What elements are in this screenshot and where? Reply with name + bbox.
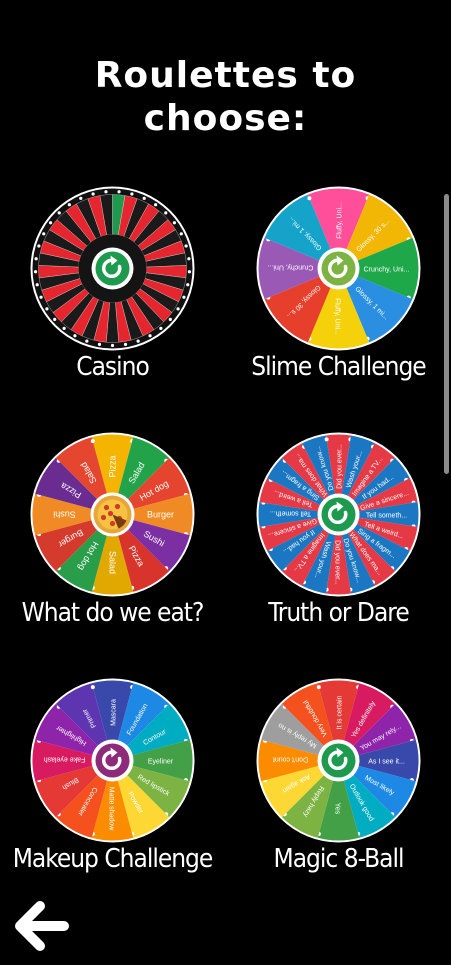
slice-label: It is certain [337,695,344,729]
wheel-peg [37,244,41,248]
wheel-peg [117,190,121,194]
slice-label: Did you ever... [334,540,341,585]
truth-dare-wheel: Did you ever... Wash your...Imagine a TV.… [256,432,421,597]
wheel-peg [154,203,158,207]
wheel-peg [324,437,329,442]
wheel-peg [67,203,71,207]
food-wheel: Pizza SaladHot dogBurgerSushiPizzaSaladHo… [30,432,195,597]
roulette-card-casino[interactable]: Casino [0,176,225,416]
wheel-peg [130,192,134,196]
wheel-peg [62,326,66,331]
wheel-peg [90,439,95,444]
wheel-peg [53,317,57,321]
spin-hub [321,497,356,532]
wheel-peg [123,342,128,346]
wheel-peg [45,307,49,311]
wheel-peg [182,295,186,299]
wheel-peg [90,685,95,690]
slice-label: Mascara [111,699,118,726]
slice-label: Did you ever... [337,444,344,489]
wheel-peg [110,343,115,348]
wheel-peg [57,211,61,215]
back-button[interactable] [14,898,70,954]
wheel-peg [148,334,152,338]
roulette-label: Magic 8-Ball [273,844,405,874]
spin-hub [321,743,356,778]
arrow-left-icon [15,901,69,951]
wheel-peg [73,334,77,338]
wheel-peg [184,244,188,248]
spin-hub [95,251,130,286]
wheel-peg [35,283,39,287]
wheel-peg [316,685,321,690]
wheel-peg [91,192,95,196]
wheel-peg [104,190,108,194]
casino-wheel [30,186,195,351]
wheel-peg [142,196,146,200]
wheel-peg [85,339,89,343]
wheel-peg [172,221,177,225]
wheel-peg [186,283,190,287]
roulette-label: Slime Challenge [251,352,426,382]
slice-label: Sushi [53,510,76,520]
wheel-peg [79,196,83,200]
roulette-label: What do we eat? [21,598,205,628]
wheel-peg [42,232,46,236]
slice-label: Yes [334,803,341,815]
roulette-card-what-do-we-eat[interactable]: Pizza Salad Hot dog Burger Sushi Pizza Salad Ho… [0,422,225,662]
page-title: Roulettes to choose: [94,55,357,139]
slice-label: Salad [108,551,118,574]
wheel-peg [33,270,38,274]
makeup-wheel: Mascara FoundationContourEyelinerRed lips… [30,678,195,843]
spin-hub [321,251,356,286]
wheel-peg [307,196,312,201]
roulette-card-slime-challenge[interactable]: Fluffy, Uni... Glossy, 30 s... Crunchy, Un… [226,176,451,416]
slice-label: Crunchy, Uni... [268,264,314,271]
roulette-card-magic-8-ball[interactable]: It is certain Yes definitely You may rely.… [226,668,451,880]
slice-label: Fake eyelash [44,756,86,763]
wheel-peg [164,211,168,215]
slice-label: Matte shadow [108,787,115,832]
spin-hub [95,743,130,778]
wheel-peg [179,232,183,236]
roulette-card-truth-or-dare[interactable]: Did you ever... Wash your... Imagine a TV.… [226,422,451,662]
roulette-grid: Roulettes to choose: Casino Fluffy, Uni.… [0,0,451,880]
slice-label: Don't count [273,756,308,763]
slice-label: Tell someth... [366,513,407,520]
roulette-card-makeup-challenge[interactable]: Mascara Foundation Contour Eyeliner Red lips… [0,668,225,880]
slice-label: Fluffy, Uni... [334,298,341,335]
roulette-label: Makeup Challenge [12,844,214,874]
scrollbar[interactable] [444,194,449,474]
wheel-peg [34,257,38,261]
wheel-peg [187,257,191,261]
wheel-peg [159,326,163,331]
slice-label: As I see it... [368,759,405,766]
wheel-peg [97,342,102,346]
slice-label: Crunchy, Uni... [364,267,410,274]
slice-label: Eyeliner [148,759,174,766]
wheel-peg [48,221,53,225]
slime-wheel: Fluffy, Uni... Glossy, 30 s...Crunchy, Un… [256,186,421,351]
roulette-label: Casino [76,352,150,382]
wheel-peg [176,307,180,311]
wheel-peg [39,295,43,299]
roulette-label: Truth or Dare [268,598,409,628]
slice-label: Pizza [108,455,118,477]
slice-label: Fluffy, Uni... [337,202,344,239]
wheel-peg [187,270,192,274]
slice-label: Tell someth... [270,510,311,517]
magic-8-ball-wheel: It is certain Yes definitelyYou may rely.… [256,678,421,843]
wheel-peg [136,339,140,343]
slice-label: Burger [147,510,174,520]
wheel-peg [168,317,172,321]
